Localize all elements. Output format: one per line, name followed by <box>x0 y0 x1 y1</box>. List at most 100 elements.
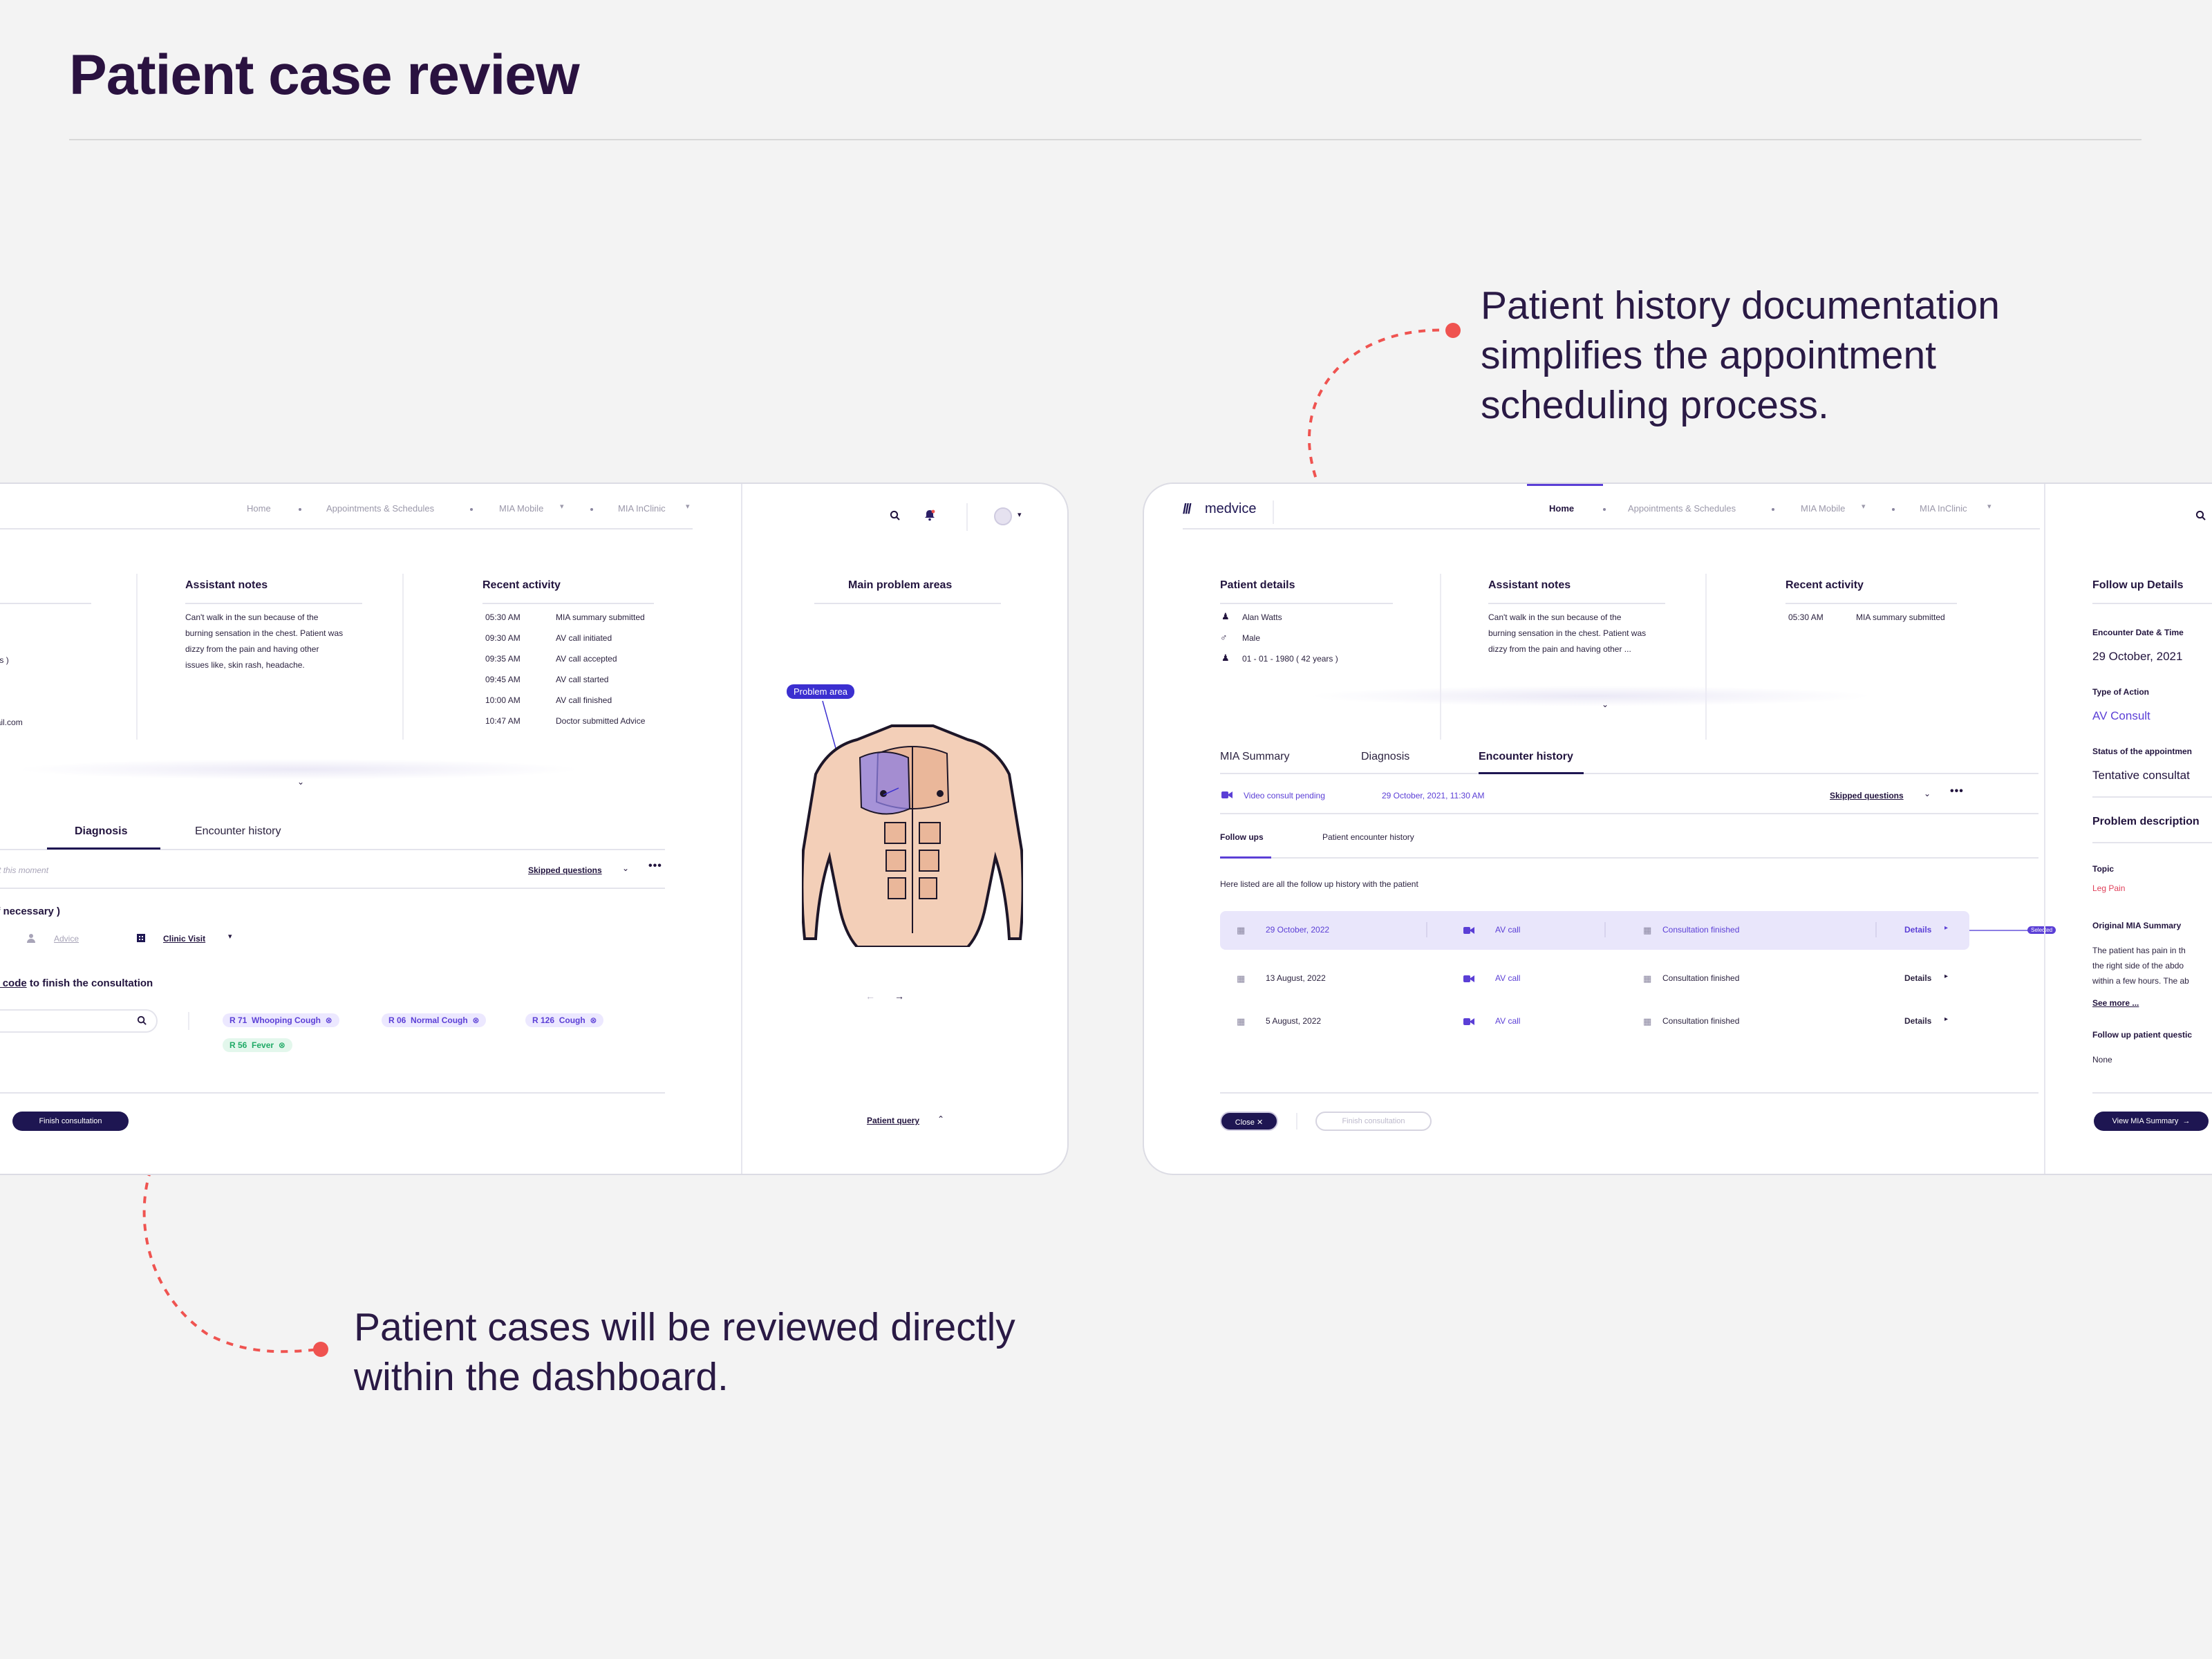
chip-label: Whooping Cough <box>252 1015 321 1025</box>
section-rule <box>2092 842 2212 843</box>
icpc-chip[interactable]: R 71 Whooping Cough ⊗ <box>223 1013 339 1027</box>
icpc-search-input[interactable] <box>0 1009 158 1033</box>
more-icon[interactable]: ••• <box>648 860 662 872</box>
chip-code: R 126 <box>532 1015 555 1025</box>
calendar-icon: ▦ <box>1237 973 1246 984</box>
skipped-questions-link[interactable]: Skipped questions <box>1830 791 1904 800</box>
nav-home[interactable]: Home <box>247 503 271 514</box>
icpc-chip[interactable]: R 56 Fever ⊗ <box>223 1038 292 1052</box>
nav-appointments[interactable]: Appointments & Schedules <box>1628 503 1736 514</box>
video-icon <box>1463 1018 1474 1025</box>
chevron-right-icon[interactable]: ▸ <box>1944 1015 1948 1023</box>
chevron-down-icon[interactable]: ⌄ <box>1602 700 1609 709</box>
finish-consultation-button[interactable]: Finish consultation <box>12 1112 129 1131</box>
section-rule <box>814 603 1001 604</box>
subtab-rule <box>1220 857 2038 859</box>
clinic-visit-option[interactable]: Clinic Visit <box>163 934 205 944</box>
selected-badge: Selected <box>2027 926 2056 934</box>
remove-icon[interactable]: ⊗ <box>472 1015 479 1025</box>
nav-separator <box>470 508 473 511</box>
followup-heading: Follow up Details <box>2092 579 2184 591</box>
see-more-link[interactable]: See more ... <box>2092 998 2139 1008</box>
nav-mia-mobile[interactable]: MIA Mobile <box>1801 503 1845 514</box>
tab-diagnosis[interactable]: Diagnosis <box>1361 751 1409 763</box>
note-line: dizzy from the pain and having other ... <box>1488 644 1631 654</box>
arrow-left-icon[interactable]: ← <box>865 991 875 1002</box>
row-details-link[interactable]: Details <box>1904 973 1931 983</box>
row-details-link[interactable]: Details <box>1904 1016 1931 1026</box>
chevron-down-icon[interactable]: ⌄ <box>297 777 304 787</box>
search-icon[interactable] <box>890 510 901 521</box>
section-rule <box>482 603 654 604</box>
nav-mia-mobile[interactable]: MIA Mobile <box>499 503 543 514</box>
nav-underline <box>0 528 693 529</box>
consult-status: Video consult pending <box>1244 791 1325 800</box>
chevron-down-icon[interactable]: ▾ <box>1987 502 1991 511</box>
tab-encounter-history[interactable]: Encounter history <box>195 825 281 838</box>
topic-label: Topic <box>2092 864 2115 874</box>
logo[interactable]: medvice <box>1205 501 1256 517</box>
nav-home[interactable]: Home <box>1549 503 1574 514</box>
activity-text: MIA summary submitted <box>1856 612 1945 622</box>
original-summary-label: Original MIA Summary <box>2092 921 2182 930</box>
nav-mia-inclinic[interactable]: MIA InClinic <box>618 503 666 514</box>
nav-appointments[interactable]: Appointments & Schedules <box>326 503 434 514</box>
chip-label: Cough <box>559 1015 585 1025</box>
remove-icon[interactable]: ⊗ <box>326 1015 332 1025</box>
activity-text: Doctor submitted Advice <box>556 716 646 726</box>
patient-gender: Male <box>1242 633 1261 643</box>
torso-illustration[interactable] <box>802 698 1023 947</box>
icpc-post: to finish the consultation <box>26 977 153 989</box>
column-divider <box>1440 574 1441 740</box>
remove-icon[interactable]: ⊗ <box>590 1015 597 1025</box>
summary-line: the right side of the abdo <box>2092 961 2184 971</box>
icpc-chip[interactable]: R 06 Normal Cough ⊗ <box>382 1013 487 1027</box>
recent-activity-heading: Recent activity <box>482 579 561 591</box>
chevron-up-icon[interactable]: ⌃ <box>937 1114 944 1124</box>
advice-option[interactable]: Advice <box>54 934 79 944</box>
section-rule <box>1220 813 2038 814</box>
finish-consultation-button[interactable]: Finish consultation <box>1315 1112 1432 1131</box>
tab-diagnosis[interactable]: Diagnosis <box>75 825 127 838</box>
action-heading: ction ( If necessary ) <box>0 906 61 917</box>
close-icon: ✕ <box>1256 1118 1264 1127</box>
chevron-right-icon[interactable]: ▸ <box>1944 973 1948 980</box>
section-rule <box>1220 1092 2038 1094</box>
row-date: 13 August, 2022 <box>1266 973 1326 983</box>
subtab-follow-ups[interactable]: Follow ups <box>1220 832 1264 842</box>
remove-icon[interactable]: ⊗ <box>279 1040 285 1050</box>
chevron-right-icon[interactable]: ▸ <box>1944 924 1948 932</box>
tab-encounter-history[interactable]: Encounter history <box>1479 751 1573 763</box>
search-icon[interactable] <box>2195 510 2206 521</box>
chevron-down-icon[interactable]: ▾ <box>1018 510 1022 519</box>
right-dashboard-card: /// medvice Home Appointments & Schedule… <box>1143 482 2212 1175</box>
calendar-icon: ▦ <box>1643 925 1652 935</box>
activity-time: 10:00 AM <box>485 695 521 705</box>
search-icon[interactable] <box>137 1015 147 1026</box>
icpc-chip[interactable]: R 126 Cough ⊗ <box>525 1013 604 1027</box>
chevron-down-icon[interactable]: ⌄ <box>622 863 629 873</box>
row-date: 5 August, 2022 <box>1266 1016 1322 1026</box>
chevron-down-icon[interactable]: ▾ <box>686 502 690 511</box>
topic-value: Leg Pain <box>2092 883 2126 893</box>
arrow-right-icon[interactable]: → <box>894 991 904 1002</box>
chevron-down-icon[interactable]: ▾ <box>1862 502 1866 511</box>
view-mia-summary-button[interactable]: View MIA Summary → <box>2094 1112 2209 1131</box>
subtab-active-indicator <box>1220 856 1271 859</box>
table-row-selected[interactable] <box>1220 911 1969 950</box>
close-button[interactable]: Close ✕ <box>1220 1112 1278 1131</box>
nav-mia-inclinic[interactable]: MIA InClinic <box>1920 503 1967 514</box>
avatar[interactable] <box>994 507 1012 525</box>
chevron-down-icon[interactable]: ▾ <box>228 932 232 941</box>
subtab-encounter-history[interactable]: Patient encounter history <box>1322 832 1414 842</box>
activity-text: AV call accepted <box>556 654 617 664</box>
chevron-down-icon[interactable]: ▾ <box>560 502 564 511</box>
row-details-link[interactable]: Details <box>1904 925 1931 935</box>
skipped-questions-link[interactable]: Skipped questions <box>528 865 602 875</box>
bell-icon[interactable] <box>924 509 936 521</box>
icpc-link[interactable]: ICPC code <box>0 977 27 989</box>
patient-query-link[interactable]: Patient query <box>867 1116 919 1125</box>
more-icon[interactable]: ••• <box>1950 785 1964 798</box>
tab-mia-summary[interactable]: MIA Summary <box>1220 751 1289 763</box>
chevron-down-icon[interactable]: ⌄ <box>1924 789 1931 798</box>
